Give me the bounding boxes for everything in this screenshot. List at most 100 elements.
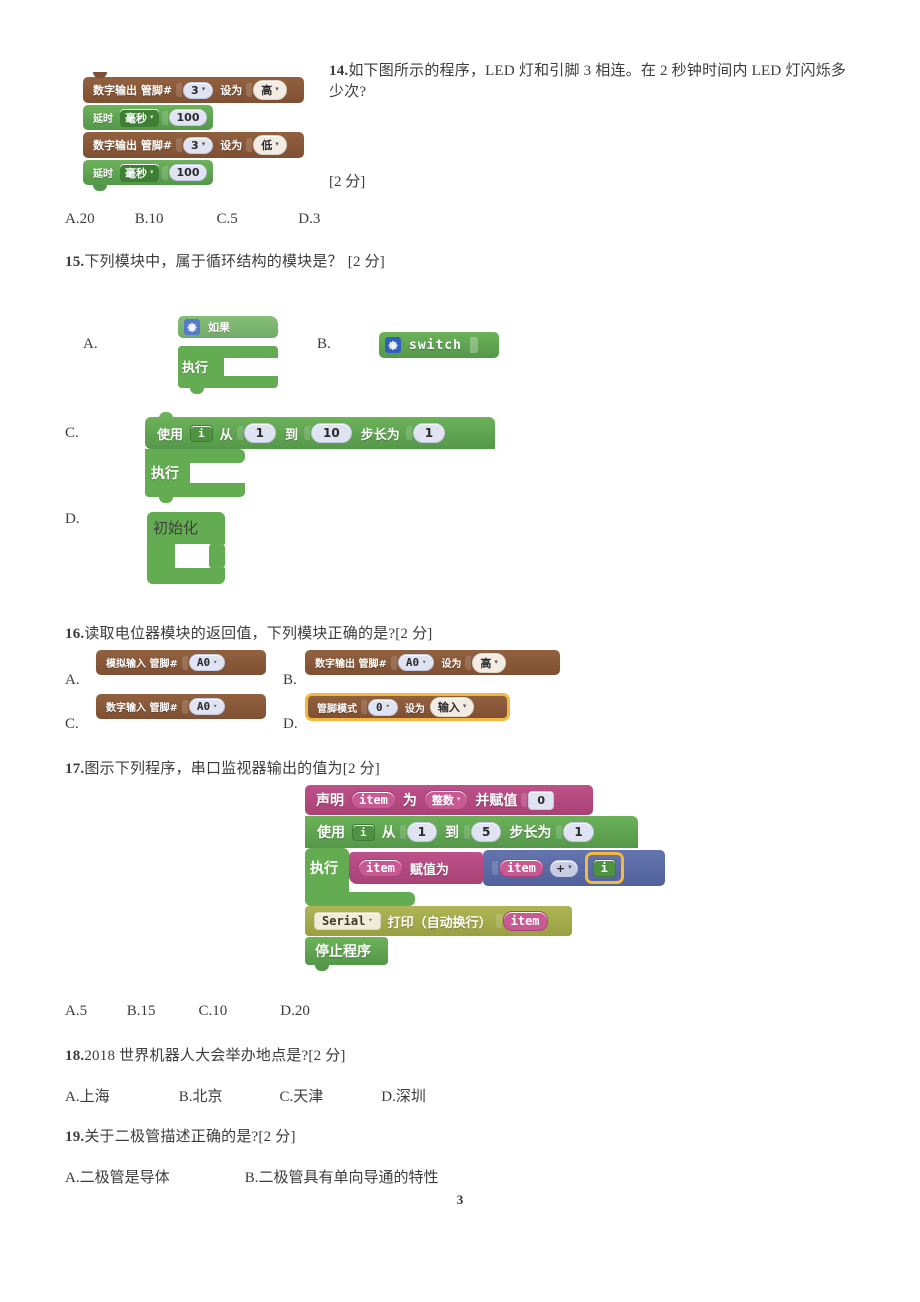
loop-to-value[interactable]: 10: [311, 423, 352, 443]
chevron-down-icon: ▾: [456, 795, 461, 803]
socket-plug: [176, 138, 183, 152]
unit-dropdown[interactable]: 毫秒 ▾: [120, 163, 159, 182]
pin-dropdown[interactable]: A0 ▾: [397, 654, 435, 671]
block-digital-write-low: 数字输出 管脚# 3 ▾ 设为 低 ▾: [83, 132, 304, 158]
q17-option-a[interactable]: A.5: [65, 1003, 123, 1020]
socket-plug: [181, 699, 188, 714]
block-label: 数字输入 管脚#: [106, 703, 178, 714]
pin-value: 0: [376, 700, 383, 714]
pin-dropdown[interactable]: A0 ▾: [188, 698, 226, 715]
q18-option-c[interactable]: C.天津: [280, 1085, 378, 1106]
delay-number: 100: [176, 166, 200, 179]
q16-marks: [2 分]: [395, 626, 433, 642]
init-value[interactable]: 0: [528, 790, 555, 810]
block-label-declare: 声明: [316, 793, 344, 809]
block-for-body: 执行: [145, 449, 245, 503]
block-for-header: 使用 i 从 1 到 5 步长为 1: [305, 816, 638, 848]
operand-left[interactable]: item: [499, 859, 544, 877]
loop-variable-value: i: [360, 825, 367, 839]
gear-icon[interactable]: [184, 319, 200, 335]
q15-marks: [2 分]: [347, 254, 386, 270]
q14-option-d[interactable]: D.3: [298, 211, 320, 228]
q16-option-a-block: 模拟输入 管脚# A0 ▾: [96, 650, 266, 675]
socket-plug: [161, 165, 168, 180]
block-stop-program: 停止程序: [305, 937, 388, 965]
block-if-body: 执行: [178, 346, 278, 394]
q14-option-b[interactable]: B.10: [135, 211, 213, 228]
state-dropdown[interactable]: 高 ▾: [253, 80, 287, 100]
loop-from-value[interactable]: 1: [243, 423, 277, 443]
state-dropdown[interactable]: 高 ▾: [472, 652, 506, 673]
q19-option-b[interactable]: B.二极管具有单向导通的特性: [245, 1166, 439, 1187]
serial-port-dropdown[interactable]: Serial ▾: [314, 912, 381, 930]
q16-stem: 读取电位器模块的返回值，下列模块正确的是?: [84, 626, 396, 642]
from-number: 1: [417, 825, 426, 839]
block-label-if: 如果: [208, 321, 230, 334]
loop-from-value[interactable]: 1: [406, 822, 437, 842]
q19-options: A.二极管是导体 B.二极管具有单向导通的特性: [65, 1166, 439, 1187]
print-value[interactable]: item: [502, 911, 548, 931]
loop-step-value[interactable]: 1: [563, 822, 594, 842]
block-label: 延时: [93, 169, 113, 180]
chevron-down-icon: ▾: [201, 140, 206, 148]
block-notch-bottom: [190, 388, 204, 394]
q15-option-a-letter: A.: [83, 336, 98, 352]
block-label: 模拟输入 管脚#: [106, 659, 178, 670]
socket-plug: [399, 825, 406, 839]
socket-plug: [246, 138, 253, 152]
operator-dropdown[interactable]: + ▾: [549, 859, 578, 877]
operand-right[interactable]: i: [592, 859, 616, 877]
pin-value: A0: [196, 700, 211, 713]
loop-variable[interactable]: i: [190, 424, 213, 442]
block-setup-bottom: [147, 568, 225, 584]
q18-option-d[interactable]: D.深圳: [381, 1085, 426, 1106]
q18-option-b[interactable]: B.北京: [179, 1085, 276, 1106]
q17-option-b[interactable]: B.15: [127, 1003, 195, 1020]
loop-step-value[interactable]: 1: [412, 423, 446, 443]
gear-icon[interactable]: [385, 337, 401, 353]
delay-number: 100: [176, 111, 200, 124]
q18-option-a[interactable]: A.上海: [65, 1085, 175, 1106]
loop-to-value[interactable]: 5: [470, 822, 502, 842]
q18-stem-wrapper: 18.2018 世界机器人大会举办地点是?[2 分]: [65, 1046, 346, 1067]
q14-option-a[interactable]: A.20: [65, 211, 131, 228]
pin-dropdown[interactable]: 3 ▾: [183, 81, 214, 99]
block-arithmetic: item + ▾ i: [483, 850, 665, 886]
q17-option-c[interactable]: C.10: [199, 1003, 277, 1020]
operand-left-value: item: [507, 861, 536, 875]
q14-option-c[interactable]: C.5: [217, 211, 295, 228]
block-label-do: 执行: [182, 360, 209, 375]
q17-option-d[interactable]: D.20: [280, 1003, 310, 1020]
block-serial-print: Serial ▾ 打印（自动换行） item: [305, 906, 572, 936]
block-assign: item 赋值为: [349, 852, 483, 884]
q18-marks: [2 分]: [308, 1048, 346, 1064]
block-label-setup: 初始化: [153, 521, 199, 537]
block-label-switch: switch: [409, 337, 462, 353]
q19-option-a[interactable]: A.二极管是导体: [65, 1166, 241, 1187]
chevron-down-icon: ▾: [150, 167, 154, 176]
exam-page: 14.如下图所示的程序，LED 灯和引脚 3 相连。在 2 秒钟时间内 LED …: [0, 0, 920, 1302]
delay-value[interactable]: 100: [168, 109, 208, 126]
pin-dropdown[interactable]: 0 ▾: [368, 698, 398, 716]
q17-options: A.5 B.15 C.10 D.20: [65, 1003, 310, 1020]
delay-value[interactable]: 100: [168, 164, 208, 181]
to-number: 10: [323, 426, 340, 440]
declared-variable[interactable]: item: [351, 791, 396, 809]
state-dropdown[interactable]: 低 ▾: [253, 135, 287, 155]
loop-variable[interactable]: i: [352, 823, 375, 841]
block-label-2: 设为: [404, 703, 425, 715]
pin-dropdown[interactable]: A0 ▾: [188, 654, 226, 671]
block-label-2: 设为: [220, 84, 243, 97]
q16-option-b-block: 数字输出 管脚# A0 ▾ 设为 高 ▾: [305, 650, 560, 675]
q15-option-d-letter: D.: [65, 511, 80, 527]
type-dropdown[interactable]: 整数 ▾: [423, 790, 469, 810]
block-body-bottom: [178, 376, 278, 388]
mode-dropdown[interactable]: 输入 ▾: [429, 697, 475, 717]
pin-dropdown[interactable]: 3 ▾: [183, 136, 214, 154]
assign-variable[interactable]: item: [358, 859, 403, 877]
unit-dropdown[interactable]: 毫秒 ▾: [120, 108, 159, 127]
q19-stem-wrapper: 19.关于二极管描述正确的是?[2 分]: [65, 1127, 296, 1148]
chevron-down-icon: ▾: [213, 657, 218, 666]
q14-marks: [2 分]: [329, 174, 366, 190]
type-value: 整数: [431, 794, 454, 807]
